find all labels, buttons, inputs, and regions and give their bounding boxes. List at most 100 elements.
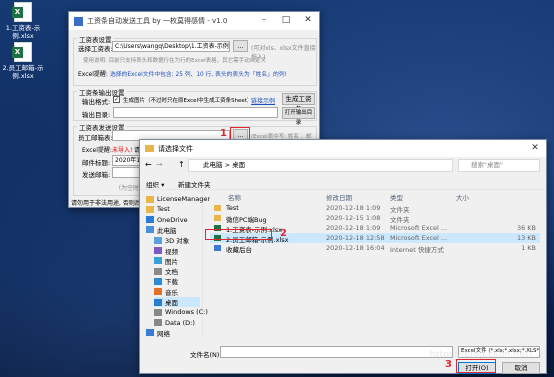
nav-item[interactable]: 网络	[146, 328, 170, 338]
path-segment[interactable]: 此电脑	[203, 161, 223, 169]
up-icon[interactable]: ↑	[178, 160, 185, 169]
nav-item[interactable]: 桌面	[154, 297, 200, 307]
annotation-number-1: 1	[220, 128, 227, 139]
nav-item-icon	[146, 329, 154, 337]
nav-item[interactable]: 文档	[154, 266, 178, 276]
minimize-icon[interactable]: –	[253, 12, 275, 30]
nav-item-icon	[154, 277, 162, 285]
file-modified: 2020-12-18 12:58	[326, 234, 385, 242]
salary-path-input[interactable]: C:\Users\wangq\Desktop\1.工资表-示例.xlsx	[112, 41, 230, 52]
column-modified[interactable]: 修改日期	[326, 192, 352, 202]
filename-input[interactable]	[220, 346, 453, 358]
column-size[interactable]: 大小	[456, 192, 469, 202]
nav-item[interactable]: Data (D:)	[154, 318, 195, 328]
nav-item-label: Windows (C:)	[165, 308, 208, 317]
file-icon	[214, 245, 221, 251]
column-type[interactable]: 类型	[390, 192, 403, 202]
nav-item[interactable]: 此电脑	[146, 225, 177, 235]
example-link[interactable]: 链接示例	[251, 96, 275, 105]
mail-excel-label: Excel提醒:	[82, 147, 112, 154]
nav-item-icon	[154, 267, 162, 275]
annotation-box-2	[205, 229, 272, 240]
column-name[interactable]: 名称	[228, 192, 241, 202]
desktop-icon-email[interactable]: X 2.员工邮箱-示例.xlsx	[1, 42, 45, 80]
file-type: Internet 快捷方式	[390, 246, 444, 254]
nav-item[interactable]: OneDrive	[146, 215, 188, 225]
annotation-box-3	[456, 359, 496, 373]
nav-item[interactable]: LicenseManager	[146, 194, 210, 204]
nav-item-label: 文档	[165, 268, 178, 277]
salary-browse-button[interactable]: ...	[233, 40, 248, 52]
cancel-button[interactable]: 取消	[502, 362, 540, 374]
file-row[interactable]: 微信PC端Bug 2020-12-15 1:08 文件夹	[210, 213, 540, 224]
nav-item-label: 此电脑	[157, 226, 177, 235]
nav-item-label: 3D 对象	[165, 237, 190, 246]
nav-item[interactable]: 3D 对象	[154, 235, 189, 245]
filename-label: 文件名(N):	[190, 351, 222, 359]
nav-item-label: 网络	[157, 329, 170, 338]
search-input[interactable]: 搜索"桌面"	[458, 159, 540, 172]
nav-item[interactable]: Test	[146, 204, 170, 214]
generate-button[interactable]: 生成工资条	[282, 93, 315, 113]
output-dir-input[interactable]	[113, 107, 278, 118]
file-icon	[214, 215, 221, 221]
maximize-icon[interactable]: □	[275, 12, 297, 30]
subject-label: 邮件标题:	[82, 159, 111, 167]
nav-item-icon	[146, 195, 154, 203]
nav-item[interactable]: 下载	[154, 276, 178, 286]
generate-image-checkbox[interactable]: ✓	[113, 96, 120, 103]
close-icon[interactable]: ✕	[297, 12, 319, 30]
file-row[interactable]: 收藏后台 2020-12-18 16:04 Internet 快捷方式 1 KB	[210, 243, 540, 254]
file-icon	[214, 205, 221, 211]
output-dir-label: 输出目录:	[82, 111, 111, 119]
nav-item[interactable]: 音乐	[154, 287, 178, 297]
file-row[interactable]: Test 2020-12-18 1:09 文件夹	[210, 203, 540, 214]
nav-item-label: 下载	[165, 278, 178, 287]
organize-button[interactable]: 组织 ▾	[146, 179, 164, 189]
file-modified: 2020-12-18 16:04	[326, 244, 385, 252]
nav-item-label: 音乐	[165, 288, 178, 297]
folder-icon	[145, 145, 154, 152]
excel-file-icon: X	[12, 2, 32, 22]
nav-item-icon	[154, 308, 162, 316]
nav-item-icon	[146, 226, 154, 234]
nav-item-icon	[154, 247, 162, 254]
app-titlebar: 工资条自动发送工具 by 一枚莫得感情 - v1.0 – □ ✕	[69, 12, 319, 30]
app-icon	[74, 16, 83, 26]
nav-item[interactable]: 图片	[154, 256, 178, 266]
nav-item-label: 图片	[165, 257, 178, 266]
forward-icon[interactable]: →	[156, 160, 163, 169]
generate-image-label: 生成图片（不过时只在原Excel中生成工资条Sheet）	[123, 98, 248, 104]
address-bar[interactable]: 此电脑 > 桌面	[188, 159, 453, 172]
nav-item-icon	[154, 257, 162, 265]
format-label: 输出格式:	[82, 98, 111, 106]
nav-item-label: 桌面	[165, 299, 178, 307]
back-icon[interactable]: ←	[145, 160, 152, 169]
nav-item-icon	[154, 298, 162, 306]
file-type: Microsoft Excel ...	[390, 224, 448, 232]
close-icon[interactable]: ✕	[524, 140, 546, 158]
file-modified: 2020-12-18 1:09	[326, 204, 381, 212]
nav-item[interactable]: Windows (C:)	[154, 307, 208, 317]
file-size: 36 KB	[516, 224, 536, 232]
file-size: 1 KB	[521, 244, 536, 252]
nav-item-label: Data (D:)	[165, 318, 195, 327]
path-segment[interactable]: 桌面	[232, 161, 245, 169]
nav-item[interactable]: 视频	[154, 246, 178, 256]
nav-item-icon	[146, 205, 154, 213]
open-output-button[interactable]: 打开输出目录	[282, 107, 315, 126]
nav-item-label: Test	[157, 205, 170, 214]
usage-hint: 使用说明: 目前只支持表头和数据行在为行的Excel表格，其它需手动自定义	[83, 58, 267, 64]
desktop-icon-salary[interactable]: X 1.工资表-示例.xlsx	[1, 2, 45, 40]
nav-item-label: LicenseManager	[157, 195, 210, 203]
mail-table-label: 员工邮箱表:	[78, 134, 113, 142]
excel-file-icon: X	[12, 42, 32, 62]
file-size: 13 KB	[516, 234, 536, 242]
excel-status-prefix: Excel提醒:	[78, 71, 108, 78]
annotation-number-2: 2	[280, 228, 287, 239]
nav-item-label: 视频	[165, 247, 178, 256]
new-folder-button[interactable]: 新建文件夹	[178, 179, 211, 189]
nav-item-icon	[154, 319, 162, 327]
search-placeholder: 搜索"桌面"	[471, 161, 503, 169]
nav-item-icon	[154, 288, 162, 296]
